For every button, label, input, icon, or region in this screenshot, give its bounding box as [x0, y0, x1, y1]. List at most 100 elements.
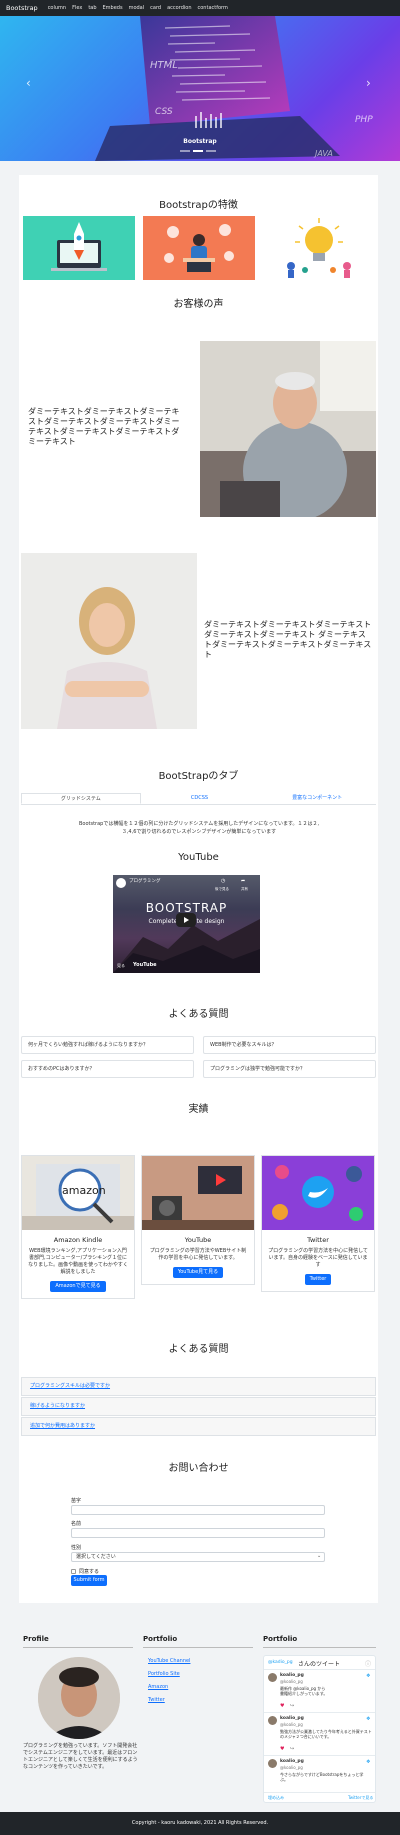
amazon-logo-text: amazon — [62, 1184, 106, 1197]
portfolio-link-twitter[interactable]: Twitter — [148, 1697, 165, 1703]
copyright: Copyright - kaoru kadowaki, 2021 All Rig… — [0, 1812, 400, 1835]
embed-link[interactable]: 埋め込み — [268, 1795, 284, 1801]
share-label: 共有 — [241, 887, 248, 891]
nav-link-accordion[interactable]: accordion — [167, 5, 191, 11]
tweet-text: 最新作 @koalio_pg から 書籍紹介しがっています。 — [280, 1686, 328, 1696]
twitter-button[interactable]: Twitter — [305, 1274, 331, 1285]
tweet-author: koalio_pg — [280, 1673, 304, 1678]
footer-profile-title: Profile — [23, 1635, 49, 1643]
footer-divider-2 — [143, 1647, 253, 1648]
youtube-button[interactable]: YouTube見て見る — [173, 1267, 223, 1278]
info-icon[interactable]: ⓘ — [365, 1659, 371, 1668]
portfolio-link-amazon[interactable]: Amazon — [148, 1684, 168, 1690]
last-name-input[interactable] — [71, 1505, 325, 1515]
twitter-bird-icon: ❖ — [366, 1673, 371, 1679]
hero-carousel: HTML CSS PHP JAVA ‹ › Bootstrap — [0, 16, 400, 161]
nav-link-card[interactable]: card — [150, 5, 161, 11]
tweet-handle: @koalio_pg — [280, 1765, 303, 1770]
carousel-indicator-3[interactable] — [206, 150, 216, 152]
work-card-amazon: amazon Amazon Kindle WEB環境ランキング,アプリケーション… — [21, 1155, 135, 1299]
carousel-next-icon[interactable]: › — [366, 76, 371, 90]
faq-title: よくある質問 — [168, 1009, 229, 1020]
profile-avatar — [38, 1657, 120, 1739]
tab-components[interactable]: 豊富なコンポーネント — [258, 793, 376, 804]
first-name-input[interactable] — [71, 1528, 325, 1538]
tweet-text: 勉強方法が公業激してたり今年考えると外資テストのメジャ２つ合にいいです。 — [280, 1729, 372, 1739]
works-title: 実績 — [188, 1104, 209, 1115]
profile-text: プログラミングを勉強っています。ソフト開発会社でシステムエンジニアをしています。… — [23, 1743, 138, 1770]
tweet-avatar — [268, 1716, 277, 1725]
share-icon[interactable]: ➦ — [241, 878, 245, 884]
hero-caption: Bootstrap — [183, 138, 217, 145]
amazon-button[interactable]: Amazonで見て見る — [50, 1281, 106, 1292]
tab-grid-system[interactable]: グリッドシステム — [21, 793, 141, 804]
footer-portfolio-title: Portfolio — [143, 1635, 178, 1643]
clock-icon[interactable]: ◷ — [221, 878, 225, 884]
tab-cdcss[interactable]: CDCSS — [141, 793, 259, 804]
portfolio-link-site[interactable]: Portfolio Site — [148, 1671, 180, 1677]
accordion-item-3[interactable]: 追加で何か費用はありますか — [21, 1417, 376, 1436]
carousel-indicator-2[interactable] — [193, 150, 203, 152]
share-icon[interactable]: ↪ — [290, 1746, 294, 1752]
work-card-youtube: YouTube プログラミングの学習方法やWEBサイト制作の学習を中心に発信して… — [141, 1155, 255, 1285]
first-name-label: 名前 — [71, 1521, 82, 1527]
nav-link-flex[interactable]: Flex — [72, 5, 82, 11]
share-icon[interactable]: ↪ — [290, 1703, 294, 1709]
channel-avatar — [116, 878, 126, 888]
navbar: Bootstrap column Flex tab Embeds modal c… — [0, 0, 400, 16]
amazon-laptop-photo: amazon — [22, 1156, 134, 1230]
faq-card-1[interactable]: 何ヶ月でくらい勉強すれば稼げるようになりますか？ — [21, 1036, 194, 1054]
nav-link-modal[interactable]: modal — [129, 5, 145, 11]
tabs-title: BootStrapのタブ — [158, 771, 239, 782]
youtube-title: YouTube — [178, 852, 219, 863]
heart-icon[interactable]: ♥ — [280, 1746, 284, 1752]
view-on-twitter-link[interactable]: Twitterで見る — [348, 1795, 373, 1801]
feature-person-computer-image — [143, 216, 255, 280]
gender-select[interactable]: 選択してください — [71, 1552, 325, 1562]
twitter-timeline-widget[interactable]: @kadio_pg さんのツイート ⓘ koalio_pg @koalio_pg… — [263, 1655, 376, 1803]
feature-rocket-image — [23, 216, 135, 280]
accordion-item-1[interactable]: プログラミングスキルは必要ですか — [21, 1377, 376, 1396]
play-button[interactable] — [176, 913, 196, 927]
work-title-twitter: Twitter — [307, 1236, 329, 1244]
portfolio-link-youtube[interactable]: YouTube Channel — [148, 1658, 190, 1664]
twitter-bird-icon: ❖ — [366, 1759, 371, 1765]
nav-link-embeds[interactable]: Embeds — [103, 5, 123, 11]
gender-label: 性別 — [71, 1545, 82, 1551]
last-name-label: 苗字 — [71, 1498, 82, 1504]
heart-icon[interactable]: ♥ — [280, 1703, 284, 1709]
youtube-embed[interactable]: プログラミング ◷ ➦ 後で見る 共有 BOOTSTRAP Complete w… — [113, 875, 260, 973]
youtube-studio-photo — [142, 1156, 254, 1230]
agree-checkbox[interactable] — [71, 1569, 76, 1574]
work-text-twitter: プログラミングの学習方法を中心に発信しています。自身の経験をベースに発信していま… — [268, 1248, 368, 1268]
work-text-amazon: WEB環境ランキング,アプリケーション入門書部門,コンピューター/プラシキング１… — [28, 1248, 128, 1275]
submit-button[interactable]: Submit form — [71, 1575, 107, 1586]
nav-link-column[interactable]: column — [48, 5, 66, 11]
hero-word-php: PHP — [355, 115, 373, 125]
tweet-avatar — [268, 1759, 277, 1768]
faq-card-4[interactable]: プログラミングは独学で勉強可能ですか？ — [203, 1060, 376, 1078]
footer-twitter-title: Portfolio — [263, 1635, 298, 1643]
agree-label: 同意する — [79, 1569, 100, 1575]
youtube-logo[interactable]: YouTube — [133, 962, 157, 968]
footer-divider-1 — [23, 1647, 133, 1648]
carousel-indicators — [180, 150, 216, 152]
faq-card-3[interactable]: おすすめのPCはありますか？ — [21, 1060, 194, 1078]
carousel-prev-icon[interactable]: ‹ — [26, 76, 31, 90]
navbar-brand[interactable]: Bootstrap — [6, 4, 38, 12]
nav-link-tab[interactable]: tab — [88, 5, 96, 11]
channel-badge: プログラミング — [129, 879, 161, 884]
watch-later-label: 後で見る — [215, 887, 229, 891]
testimonial-text-2: ダミーテキストダミーテキストダミーテキストダミーテキストダミーテキスト ダミーテ… — [204, 620, 372, 659]
faq-card-2[interactable]: WEB制作で必要なスキルは？ — [203, 1036, 376, 1054]
timeline-handle[interactable]: @kadio_pg — [268, 1660, 293, 1665]
social-media-icons-image — [262, 1156, 374, 1230]
tweet-handle: @koalio_pg — [280, 1722, 303, 1727]
testimonials-title: お客様の声 — [173, 299, 224, 310]
accordion-item-2[interactable]: 稼げるようになりますか — [21, 1397, 376, 1416]
feature-lightbulb-image — [263, 216, 375, 280]
testimonial-woman-photo — [21, 553, 197, 729]
tweet-handle: @koalio_pg — [280, 1679, 303, 1684]
carousel-indicator-1[interactable] — [180, 150, 190, 152]
nav-link-contactform[interactable]: contactform — [198, 5, 228, 11]
